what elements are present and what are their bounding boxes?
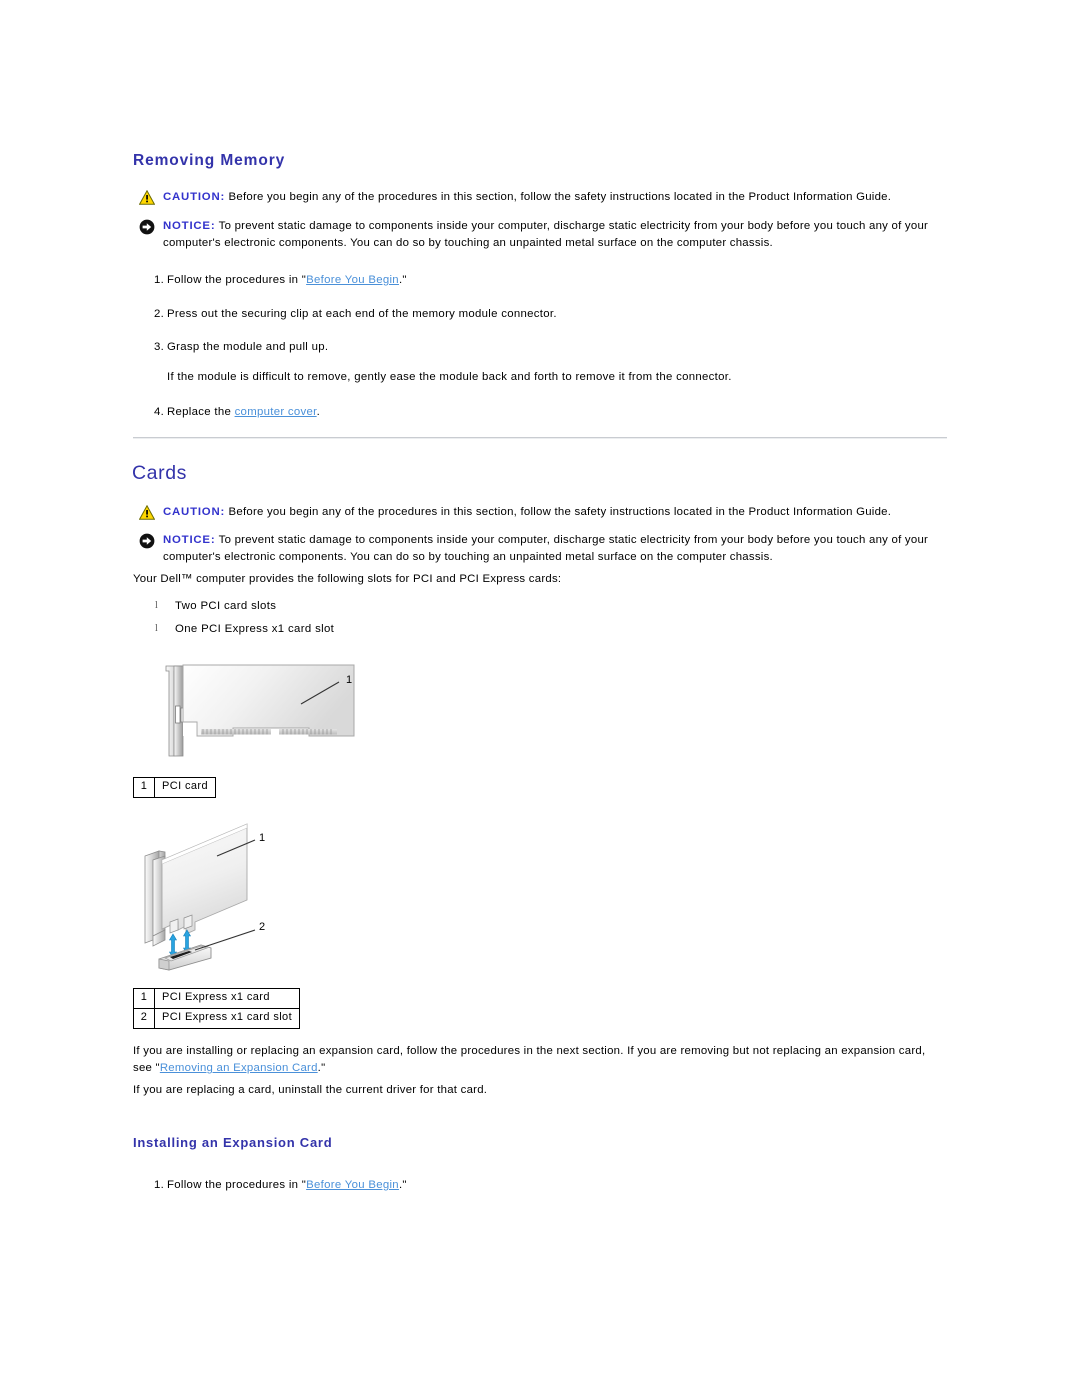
notice-label: NOTICE:: [163, 534, 216, 546]
legend-pcie-card: 1 PCI Express x1 card 2 PCI Express x1 c…: [133, 988, 301, 1029]
step-item: 3. Grasp the module and pull up.: [143, 339, 843, 356]
step-item: 4. Replace the computer cover.: [143, 404, 843, 421]
notice-arrow-icon: [139, 219, 155, 241]
table-row: 2 PCI Express x1 card slot: [133, 1007, 301, 1029]
legend-number: 1: [133, 988, 155, 1009]
step-text: Replace the computer cover.: [167, 404, 843, 421]
list-item: l One PCI Express x1 card slot: [133, 621, 655, 638]
link-before-you-begin[interactable]: Before You Begin: [306, 274, 399, 286]
step-text-pre: Follow the procedures in ": [167, 1179, 307, 1191]
legend-label: PCI Express x1 card: [153, 988, 301, 1009]
caution-body: Before you begin any of the procedures i…: [225, 191, 892, 203]
notice-callout-memory: NOTICE: To prevent static damage to comp…: [139, 218, 929, 251]
step-number: 4.: [154, 406, 165, 418]
pci-card-illustration: [165, 664, 355, 757]
step-text-post: .": [398, 1179, 407, 1191]
step-number: 1.: [154, 274, 165, 286]
callout-label-1: 1: [346, 674, 353, 686]
section-divider: [133, 437, 947, 439]
step-item: 2. Press out the securing clip at each e…: [143, 306, 843, 323]
driver-paragraph: If you are replacing a card, uninstall t…: [133, 1084, 488, 1096]
legend-label: PCI Express x1 card slot: [153, 1007, 301, 1029]
caution-callout-memory: CAUTION: Before you begin any of the pro…: [138, 189, 947, 211]
legend-number: 2: [133, 1007, 155, 1029]
paragraph-post: .": [317, 1062, 326, 1075]
step-text-pre: Replace the: [167, 406, 235, 418]
notice-arrow-icon: [139, 533, 155, 555]
link-before-you-begin[interactable]: Before You Begin: [306, 1179, 399, 1191]
list-item: l Two PCI card slots: [133, 598, 655, 615]
bullet-icon: l: [155, 623, 159, 634]
caution-text: CAUTION: Before you begin any of the pro…: [163, 504, 947, 521]
step-text: Grasp the module and pull up.: [167, 341, 329, 353]
caution-label: CAUTION:: [163, 191, 226, 203]
notice-label: NOTICE:: [163, 220, 216, 232]
step-item: 1. Follow the procedures in "Before You …: [143, 272, 843, 289]
step-number: 2.: [154, 308, 165, 320]
step-number: 3.: [154, 341, 165, 353]
step-text: Press out the securing clip at each end …: [167, 308, 557, 320]
legend-number: 1: [133, 777, 155, 798]
notice-body: To prevent static damage to components i…: [163, 220, 929, 249]
caution-body: Before you begin any of the procedures i…: [225, 506, 892, 518]
pcie-card-illustration: [144, 823, 256, 971]
bullet-icon: l: [155, 600, 159, 611]
notice-body: To prevent static damage to components i…: [163, 534, 929, 563]
notice-text: NOTICE: To prevent static damage to comp…: [163, 532, 929, 565]
legend-label: PCI card: [154, 777, 216, 798]
expansion-card-paragraph: If you are installing or replacing an ex…: [133, 1043, 933, 1077]
page-title: Removing Memory: [133, 152, 286, 169]
step-text-pre: Follow the procedures in ": [167, 274, 307, 286]
cards-intro-paragraph: Your Dell™ computer provides the followi…: [133, 573, 562, 585]
step-text-post: .: [316, 406, 321, 418]
caution-triangle-icon: [138, 189, 156, 211]
list-item-label: One PCI Express x1 card slot: [175, 623, 335, 635]
legend-pci-card: 1 PCI card: [133, 777, 216, 798]
caution-callout-cards: CAUTION: Before you begin any of the pro…: [138, 504, 947, 526]
notice-callout-cards: NOTICE: To prevent static damage to comp…: [139, 532, 929, 565]
step-text: Follow the procedures in "Before You Beg…: [167, 272, 843, 289]
section-heading-cards: Cards: [132, 462, 188, 484]
figure-pcie-card: 1 2: [129, 818, 429, 976]
step-text: Follow the procedures in "Before You Beg…: [167, 1177, 843, 1194]
callout-label-2: 2: [259, 921, 266, 933]
caution-text: CAUTION: Before you begin any of the pro…: [163, 189, 947, 206]
step-note: If the module is difficult to remove, ge…: [167, 371, 732, 383]
step-item: 1. Follow the procedures in "Before You …: [143, 1177, 843, 1194]
step-number: 1.: [154, 1179, 165, 1191]
figure-pci-card: 1: [161, 660, 491, 765]
callout-label-1: 1: [259, 832, 266, 844]
section-heading-installing-expansion-card: Installing an Expansion Card: [133, 1135, 333, 1150]
caution-triangle-icon: [138, 504, 156, 526]
table-row: 1 PCI Express x1 card: [133, 988, 301, 1009]
step-text-post: .": [398, 274, 407, 286]
notice-text: NOTICE: To prevent static damage to comp…: [163, 218, 929, 251]
caution-label: CAUTION:: [163, 506, 226, 518]
list-item-label: Two PCI card slots: [175, 600, 277, 612]
link-computer-cover[interactable]: computer cover: [235, 406, 317, 418]
link-removing-an-expansion-card[interactable]: Removing an Expansion Card: [160, 1062, 318, 1074]
table-row: 1 PCI card: [133, 777, 216, 798]
